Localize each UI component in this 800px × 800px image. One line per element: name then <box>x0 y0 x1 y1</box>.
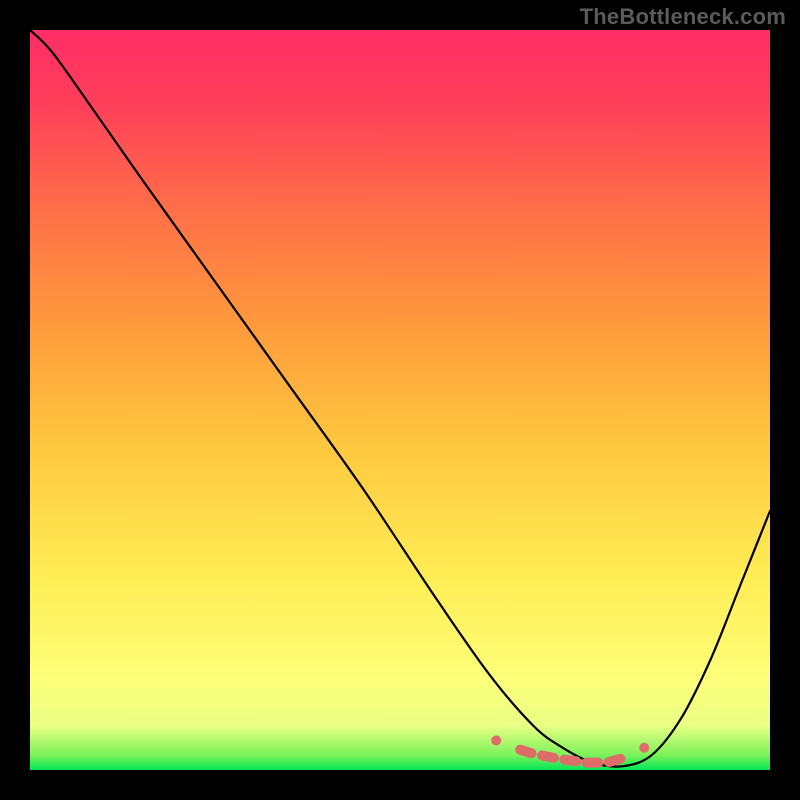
marker-point <box>536 750 560 764</box>
bottleneck-curve <box>30 30 770 767</box>
chart-frame: TheBottleneck.com <box>0 0 800 800</box>
marker-point <box>581 758 603 768</box>
marker-point <box>637 741 651 755</box>
marker-point <box>489 733 503 747</box>
marker-group <box>489 733 651 768</box>
curve-svg <box>30 30 770 770</box>
marker-point <box>514 743 538 759</box>
watermark-text: TheBottleneck.com <box>580 4 786 30</box>
plot-area <box>30 30 770 770</box>
